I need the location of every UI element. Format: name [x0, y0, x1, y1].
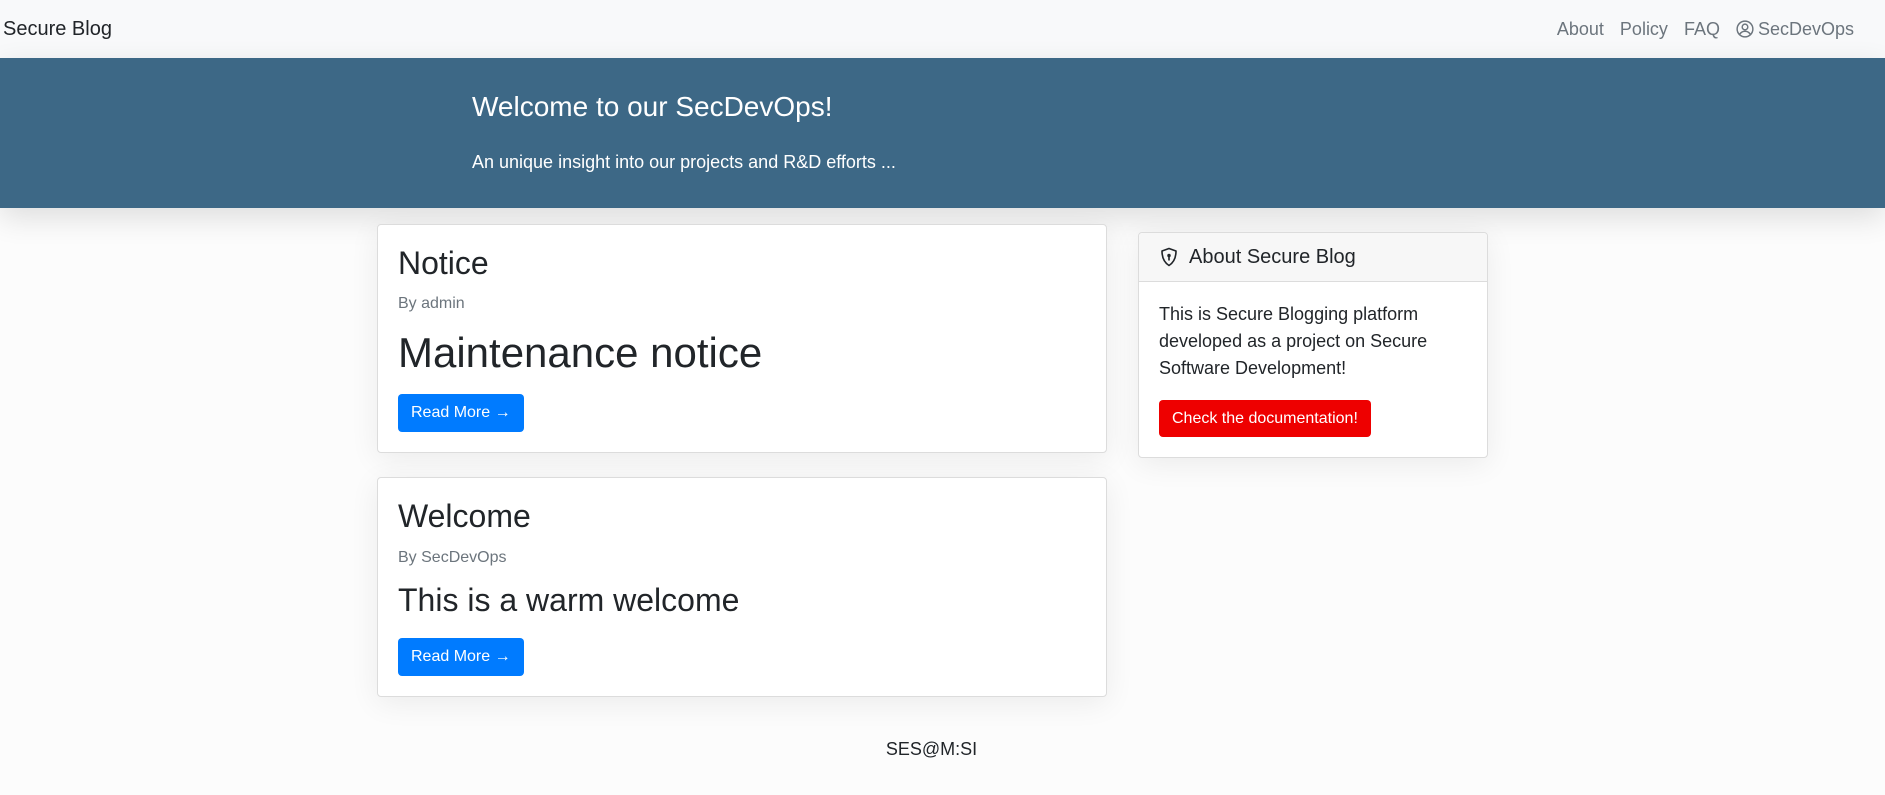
- user-circle-icon: [1736, 20, 1754, 38]
- post-summary: This is a warm welcome: [398, 582, 740, 618]
- post-card: Welcome By SecDevOps This is a warm welc…: [377, 477, 1107, 697]
- footer-text: SES@M:SI: [885, 739, 978, 759]
- brand-link[interactable]: Secure Blog: [0, 18, 112, 41]
- post-author: By admin: [398, 295, 465, 312]
- hero-subtitle: An unique insight into our projects and …: [472, 152, 896, 172]
- about-sidebar-card: About Secure Blog This is Secure Bloggin…: [1138, 232, 1488, 458]
- sidebar-header: About Secure Blog: [1139, 233, 1487, 282]
- documentation-button[interactable]: Check the documentation!: [1159, 400, 1371, 437]
- nav-link-user[interactable]: SecDevOps: [1736, 19, 1854, 40]
- nav-link-about-label: About: [1556, 18, 1604, 39]
- nav-link-user-label: SecDevOps: [1757, 18, 1854, 39]
- sidebar-description: This is Secure Blogging platform develop…: [1159, 304, 1428, 378]
- read-more-button[interactable]: Read More →: [398, 394, 524, 432]
- hero-title: Welcome to our SecDevOps!: [472, 91, 833, 122]
- shield-icon: [1161, 247, 1177, 267]
- post-card: Notice By admin Maintenance notice Read …: [377, 224, 1107, 453]
- sidebar-title: About Secure Blog: [1189, 245, 1356, 268]
- read-more-button[interactable]: Read More →: [398, 638, 524, 676]
- nav-link-policy[interactable]: Policy: [1620, 19, 1668, 40]
- top-navbar: Secure Blog About Policy FAQ SecDevOps: [0, 0, 1885, 58]
- nav-links: About Policy FAQ SecDevOps: [1541, 19, 1885, 40]
- nav-link-policy-label: Policy: [1619, 18, 1668, 39]
- hero-banner: Welcome to our SecDevOps! An unique insi…: [0, 58, 1885, 208]
- nav-link-faq-label: FAQ: [1683, 18, 1720, 39]
- nav-link-faq[interactable]: FAQ: [1684, 19, 1720, 40]
- post-summary: Maintenance notice: [398, 329, 763, 376]
- post-author: By SecDevOps: [398, 549, 507, 566]
- post-title: Welcome: [398, 498, 531, 534]
- post-title: Notice: [398, 245, 489, 281]
- nav-link-about[interactable]: About: [1557, 19, 1604, 40]
